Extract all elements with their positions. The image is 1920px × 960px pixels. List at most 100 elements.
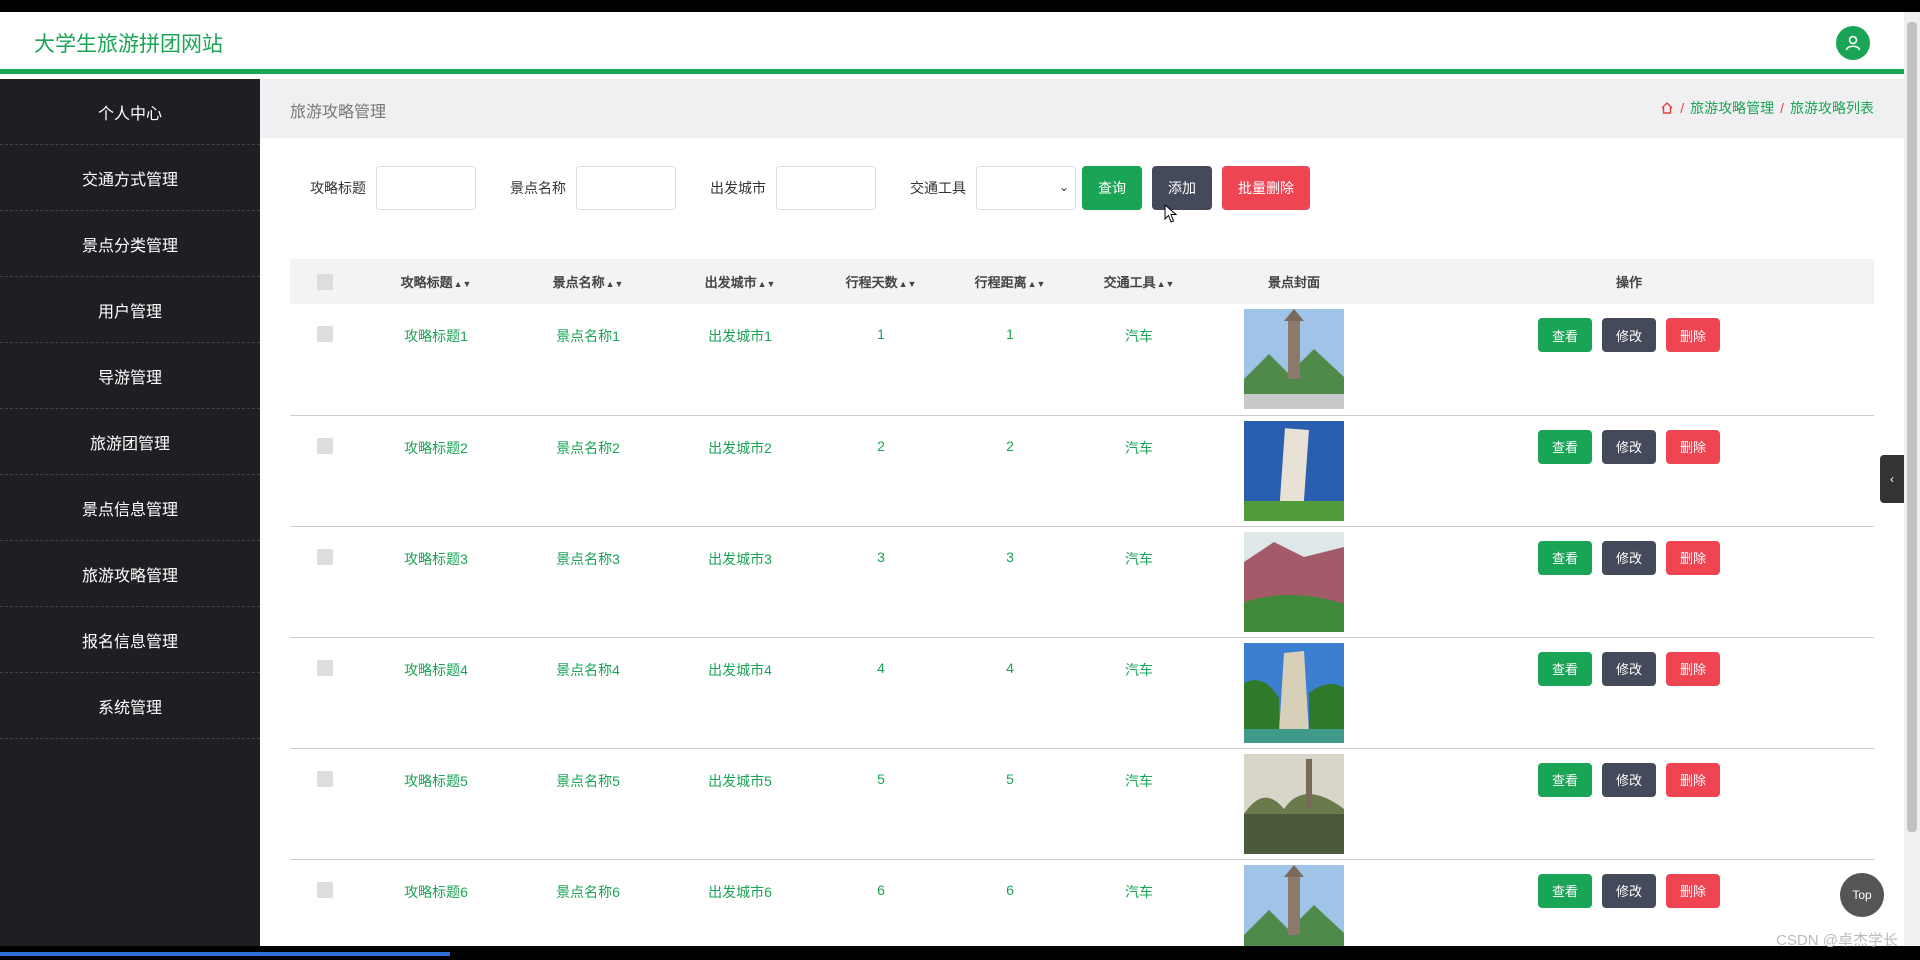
user-icon (1845, 35, 1861, 51)
column-header-title[interactable]: 攻略标题▲▼ (360, 259, 512, 304)
sidebar-item-scenic-info[interactable]: 景点信息管理 (0, 475, 260, 541)
view-button[interactable]: 查看 (1537, 540, 1592, 575)
scenic-name-input[interactable] (576, 166, 676, 210)
app-window: 大学生旅游拼团网站 个人中心 交通方式管理 景点分类管理 用户管理 导游管理 旅… (0, 12, 1904, 946)
column-header-transport[interactable]: 交通工具▲▼ (1074, 259, 1204, 304)
cell-distance: 2 (1006, 437, 1014, 454)
column-header-scenic[interactable]: 景点名称▲▼ (512, 259, 664, 304)
transport-select[interactable]: ⌄ (976, 166, 1076, 210)
breadcrumb-separator: / (1780, 100, 1784, 116)
top-bar: 大学生旅游拼团网站 (0, 12, 1904, 74)
row-checkbox[interactable] (317, 437, 333, 454)
edit-button[interactable]: 修改 (1601, 762, 1656, 797)
edit-button[interactable]: 修改 (1601, 429, 1656, 464)
cell-distance: 4 (1006, 659, 1014, 676)
column-header-days[interactable]: 行程天数▲▼ (816, 259, 946, 304)
sidebar-item-scenic-category[interactable]: 景点分类管理 (0, 211, 260, 277)
batch-delete-button[interactable]: 批量删除 (1222, 166, 1310, 210)
edit-button[interactable]: 修改 (1601, 318, 1656, 352)
watermark: CSDN @卓杰学长 (1776, 932, 1898, 949)
strategy-table: 攻略标题▲▼ 景点名称▲▼ 出发城市▲▼ 行程天数▲▼ 行程距离▲▼ 交通工具▲… (290, 259, 1874, 946)
sidebar-item-guides[interactable]: 导游管理 (0, 343, 260, 409)
cell-distance: 3 (1006, 548, 1014, 565)
scenic-cover-image[interactable] (1244, 531, 1344, 632)
scenic-cover-image[interactable] (1244, 753, 1344, 854)
breadcrumb-item-list: 旅游攻略列表 (1790, 100, 1874, 116)
row-checkbox[interactable] (317, 326, 333, 342)
view-button[interactable]: 查看 (1537, 429, 1592, 464)
depart-city-input[interactable] (776, 166, 876, 210)
edit-button[interactable]: 修改 (1601, 651, 1656, 686)
view-button[interactable]: 查看 (1537, 651, 1592, 686)
cell-city: 出发城市1 (708, 328, 772, 344)
delete-button[interactable]: 删除 (1666, 762, 1721, 797)
delete-button[interactable]: 删除 (1666, 873, 1721, 908)
scenic-cover-image[interactable] (1244, 864, 1344, 947)
cell-title: 攻略标题2 (404, 439, 468, 456)
cell-scenic: 景点名称5 (556, 772, 620, 789)
collapse-panel-button[interactable]: ‹ (1880, 455, 1904, 503)
page-scrollbar[interactable] (1904, 12, 1920, 946)
cell-city: 出发城市4 (708, 661, 772, 678)
column-header-city[interactable]: 出发城市▲▼ (664, 259, 816, 304)
delete-button[interactable]: 删除 (1666, 429, 1721, 464)
sidebar: 个人中心 交通方式管理 景点分类管理 用户管理 导游管理 旅游团管理 景点信息管… (0, 79, 260, 946)
delete-button[interactable]: 删除 (1666, 540, 1721, 575)
scenic-cover-image[interactable] (1244, 642, 1344, 743)
add-button[interactable]: 添加 (1152, 166, 1212, 210)
cell-scenic: 景点名称3 (556, 550, 620, 567)
sidebar-item-personal-center[interactable]: 个人中心 (0, 79, 260, 145)
breadcrumb: / 旅游攻略管理 / 旅游攻略列表 (1660, 98, 1874, 118)
user-avatar[interactable] (1836, 26, 1870, 60)
chevron-down-icon: ⌄ (1058, 180, 1069, 194)
sidebar-item-strategy[interactable]: 旅游攻略管理 (0, 541, 260, 607)
sidebar-item-registration[interactable]: 报名信息管理 (0, 607, 260, 673)
breadcrumb-separator: / (1680, 100, 1685, 116)
edit-button[interactable]: 修改 (1601, 873, 1656, 908)
cell-transport: 汽车 (1125, 661, 1153, 678)
site-title: 大学生旅游拼团网站 (34, 33, 223, 56)
page-header: 旅游攻略管理 / 旅游攻略管理 / 旅游攻略列表 (260, 79, 1904, 138)
main-content: 旅游攻略管理 / 旅游攻略管理 / 旅游攻略列表 攻略标题 景点名称 出发城市 … (260, 79, 1904, 946)
scenic-cover-image[interactable] (1244, 420, 1344, 521)
cell-transport: 汽车 (1125, 772, 1153, 789)
search-button[interactable]: 查询 (1082, 166, 1142, 210)
view-button[interactable]: 查看 (1537, 318, 1592, 352)
sidebar-item-users[interactable]: 用户管理 (0, 277, 260, 343)
cell-title: 攻略标题3 (404, 550, 468, 567)
back-to-top-button[interactable]: Top (1840, 873, 1884, 917)
edit-button[interactable]: 修改 (1601, 540, 1656, 575)
sort-icon: ▲▼ (1027, 279, 1046, 289)
cell-distance: 6 (1006, 881, 1014, 898)
strategy-title-input[interactable] (376, 166, 476, 210)
table-row: 攻略标题4 景点名称4 出发城市4 4 4 汽车 查看 修改 删除 (290, 637, 1874, 748)
sidebar-item-tour-groups[interactable]: 旅游团管理 (0, 409, 260, 475)
sidebar-item-transport[interactable]: 交通方式管理 (0, 145, 260, 211)
select-all-checkbox[interactable] (317, 273, 333, 290)
sidebar-item-system[interactable]: 系统管理 (0, 673, 260, 739)
cell-transport: 汽车 (1125, 883, 1153, 900)
row-checkbox[interactable] (317, 659, 333, 676)
row-checkbox[interactable] (317, 548, 333, 565)
breadcrumb-item-strategy[interactable]: 旅游攻略管理 (1690, 98, 1774, 118)
scenic-cover-image[interactable] (1244, 309, 1344, 409)
row-checkbox[interactable] (317, 881, 333, 898)
view-button[interactable]: 查看 (1537, 873, 1592, 908)
table-row: 攻略标题1 景点名称1 出发城市1 1 1 汽车 查看 修改 删除 (290, 304, 1874, 415)
cell-scenic: 景点名称6 (556, 883, 620, 900)
select-all-column (290, 259, 360, 304)
home-icon[interactable] (1660, 101, 1674, 115)
cell-city: 出发城市2 (708, 439, 772, 456)
scrollbar-thumb[interactable] (1907, 22, 1917, 832)
sort-icon: ▲▼ (605, 279, 624, 289)
view-button[interactable]: 查看 (1537, 762, 1592, 797)
cell-days: 2 (877, 437, 885, 454)
delete-button[interactable]: 删除 (1666, 651, 1721, 686)
cell-days: 4 (877, 659, 885, 676)
delete-button[interactable]: 删除 (1666, 318, 1721, 352)
table-row: 攻略标题6 景点名称6 出发城市6 6 6 汽车 查看 修改 删除 (290, 859, 1874, 946)
cell-city: 出发城市3 (708, 550, 772, 567)
column-header-distance[interactable]: 行程距离▲▼ (946, 259, 1074, 304)
column-header-cover: 景点封面 (1267, 275, 1320, 290)
row-checkbox[interactable] (317, 770, 333, 787)
